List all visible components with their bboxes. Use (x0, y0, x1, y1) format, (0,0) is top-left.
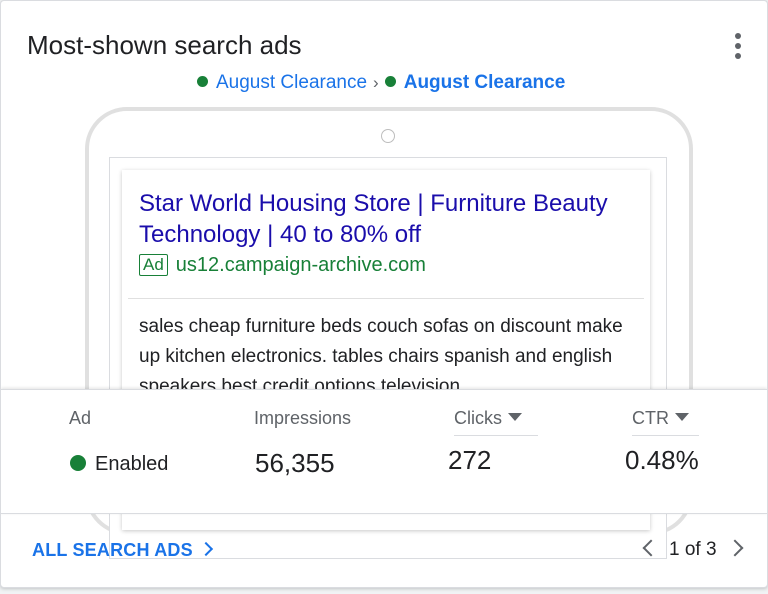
clicks-value: 272 (448, 445, 492, 475)
more-vert-icon[interactable] (731, 33, 747, 61)
ctr-sort-header[interactable]: CTR (632, 408, 699, 436)
pagination: 1 of 3 (641, 539, 744, 563)
chevron-left-icon[interactable] (642, 539, 660, 557)
breadcrumb-ad-group[interactable]: August Clearance (404, 72, 566, 93)
ad-column-header: Ad (69, 408, 92, 428)
ad-stats-panel: Ad Impressions Clicks CTR Enabled 56,355… (1, 389, 767, 514)
enabled-status-dot-icon (70, 455, 86, 471)
most-shown-search-ads-card: Most-shown search ads August Clearance › A… (0, 0, 768, 588)
chevron-right-icon[interactable] (726, 539, 744, 557)
impressions-column-header: Impressions (254, 408, 352, 428)
pagination-text: 1 of 3 (669, 539, 717, 560)
card-title: Most-shown search ads (27, 30, 302, 60)
ctr-value: 0.48% (625, 445, 699, 475)
sort-caret-icon (675, 413, 689, 421)
all-search-ads-link[interactable]: ALL SEARCH ADS (32, 540, 213, 561)
ad-group-status-dot-icon (384, 76, 396, 87)
ctr-column-header: CTR (632, 408, 669, 428)
breadcrumb: August Clearance › August Clearance (197, 72, 565, 94)
breadcrumb-campaign[interactable]: August Clearance (216, 72, 367, 93)
campaign-status-dot-icon (197, 76, 208, 87)
all-search-ads-label: ALL SEARCH ADS (32, 540, 193, 560)
ad-status: Enabled (70, 453, 168, 476)
ad-divider (128, 298, 644, 299)
ad-badge: Ad (139, 254, 168, 276)
sort-caret-icon (508, 413, 522, 421)
impressions-value: 56,355 (255, 448, 335, 478)
breadcrumb-separator-icon: › (373, 73, 379, 92)
ad-url-row: Ad us12.campaign-archive.com (139, 254, 426, 277)
ad-headline[interactable]: Star World Housing Store | Furniture Bea… (139, 188, 639, 250)
clicks-sort-header[interactable]: Clicks (454, 408, 538, 436)
chevron-right-icon (198, 541, 213, 557)
phone-camera-icon (381, 129, 395, 143)
clicks-column-header: Clicks (454, 408, 502, 428)
ad-status-text: Enabled (95, 453, 169, 475)
ad-display-url: us12.campaign-archive.com (175, 254, 426, 276)
